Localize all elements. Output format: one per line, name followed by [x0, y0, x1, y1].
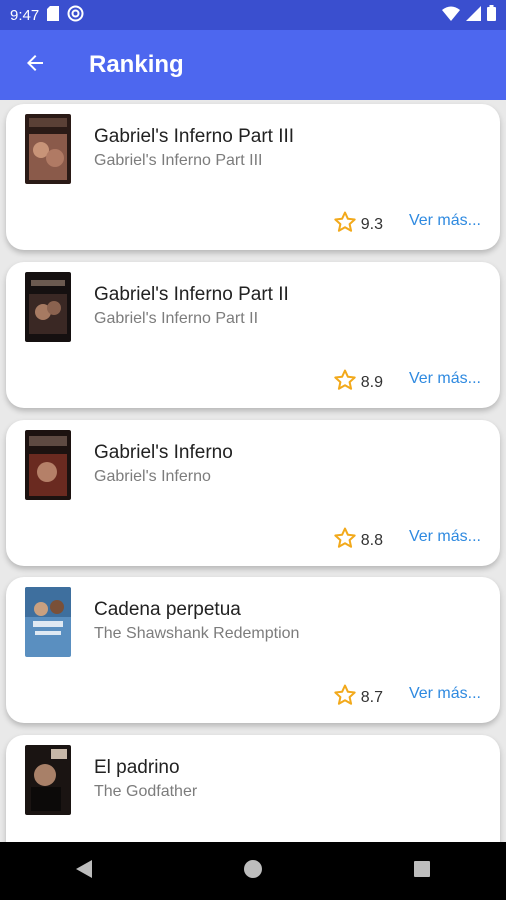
back-triangle-icon: [75, 859, 93, 884]
nav-recents-button[interactable]: [392, 842, 452, 900]
movie-card[interactable]: Gabriel's Inferno Gabriel's Inferno 8.8 …: [6, 420, 500, 566]
star-outline-icon: [333, 526, 357, 555]
battery-icon: [487, 5, 496, 25]
status-time: 9:47: [10, 6, 40, 24]
nav-home-button[interactable]: [223, 842, 283, 900]
movie-title: Gabriel's Inferno Part II: [94, 284, 289, 305]
star-outline-icon: [333, 368, 357, 397]
movie-rating: 8.7: [333, 683, 383, 712]
movie-original-title: Gabriel's Inferno: [94, 468, 211, 485]
movie-poster: [25, 272, 71, 342]
nav-back-button[interactable]: [54, 842, 114, 900]
rating-value: 8.8: [360, 531, 383, 549]
status-bar: 9:47: [0, 0, 506, 30]
movie-card[interactable]: Gabriel's Inferno Part II Gabriel's Infe…: [6, 262, 500, 408]
recents-square-icon: [413, 860, 431, 883]
see-more-link[interactable]: Ver más...: [409, 212, 481, 230]
ranking-list[interactable]: Gabriel's Inferno Part III Gabriel's Inf…: [0, 100, 506, 842]
movie-poster: [25, 587, 71, 657]
movie-original-title: The Godfather: [94, 783, 198, 800]
movie-original-title: Gabriel's Inferno Part III: [94, 152, 263, 169]
movie-rating: 9.3: [333, 210, 383, 239]
rating-value: 8.9: [360, 373, 383, 391]
movie-poster: [25, 745, 71, 815]
movie-rating: 8.8: [333, 526, 383, 555]
see-more-link[interactable]: Ver más...: [409, 685, 481, 703]
sd-card-icon: [47, 5, 60, 25]
app-bar: Ranking: [0, 30, 506, 100]
page-title: Ranking: [89, 51, 184, 78]
movie-card[interactable]: Gabriel's Inferno Part III Gabriel's Inf…: [6, 104, 500, 250]
rating-value: 8.7: [360, 688, 383, 706]
rating-value: 9.3: [360, 215, 383, 233]
movie-poster: [25, 114, 71, 184]
wifi-icon: [442, 6, 460, 25]
movie-original-title: The Shawshank Redemption: [94, 625, 300, 642]
see-more-link[interactable]: Ver más...: [409, 370, 481, 388]
movie-card[interactable]: El padrino The Godfather: [6, 735, 500, 842]
back-button[interactable]: [0, 30, 70, 100]
system-nav-bar: [0, 842, 506, 900]
movie-title: Cadena perpetua: [94, 599, 241, 620]
at-sign-icon: [67, 5, 84, 26]
star-outline-icon: [333, 210, 357, 239]
movie-rating: 8.9: [333, 368, 383, 397]
movie-original-title: Gabriel's Inferno Part II: [94, 310, 259, 327]
arrow-left-icon: [23, 51, 47, 80]
home-circle-icon: [243, 859, 263, 884]
movie-title: Gabriel's Inferno: [94, 442, 233, 463]
see-more-link[interactable]: Ver más...: [409, 528, 481, 546]
star-outline-icon: [333, 683, 357, 712]
movie-card[interactable]: Cadena perpetua The Shawshank Redemption…: [6, 577, 500, 723]
movie-title: El padrino: [94, 757, 180, 778]
signal-icon: [466, 5, 481, 25]
movie-title: Gabriel's Inferno Part III: [94, 126, 295, 147]
movie-poster: [25, 430, 71, 500]
